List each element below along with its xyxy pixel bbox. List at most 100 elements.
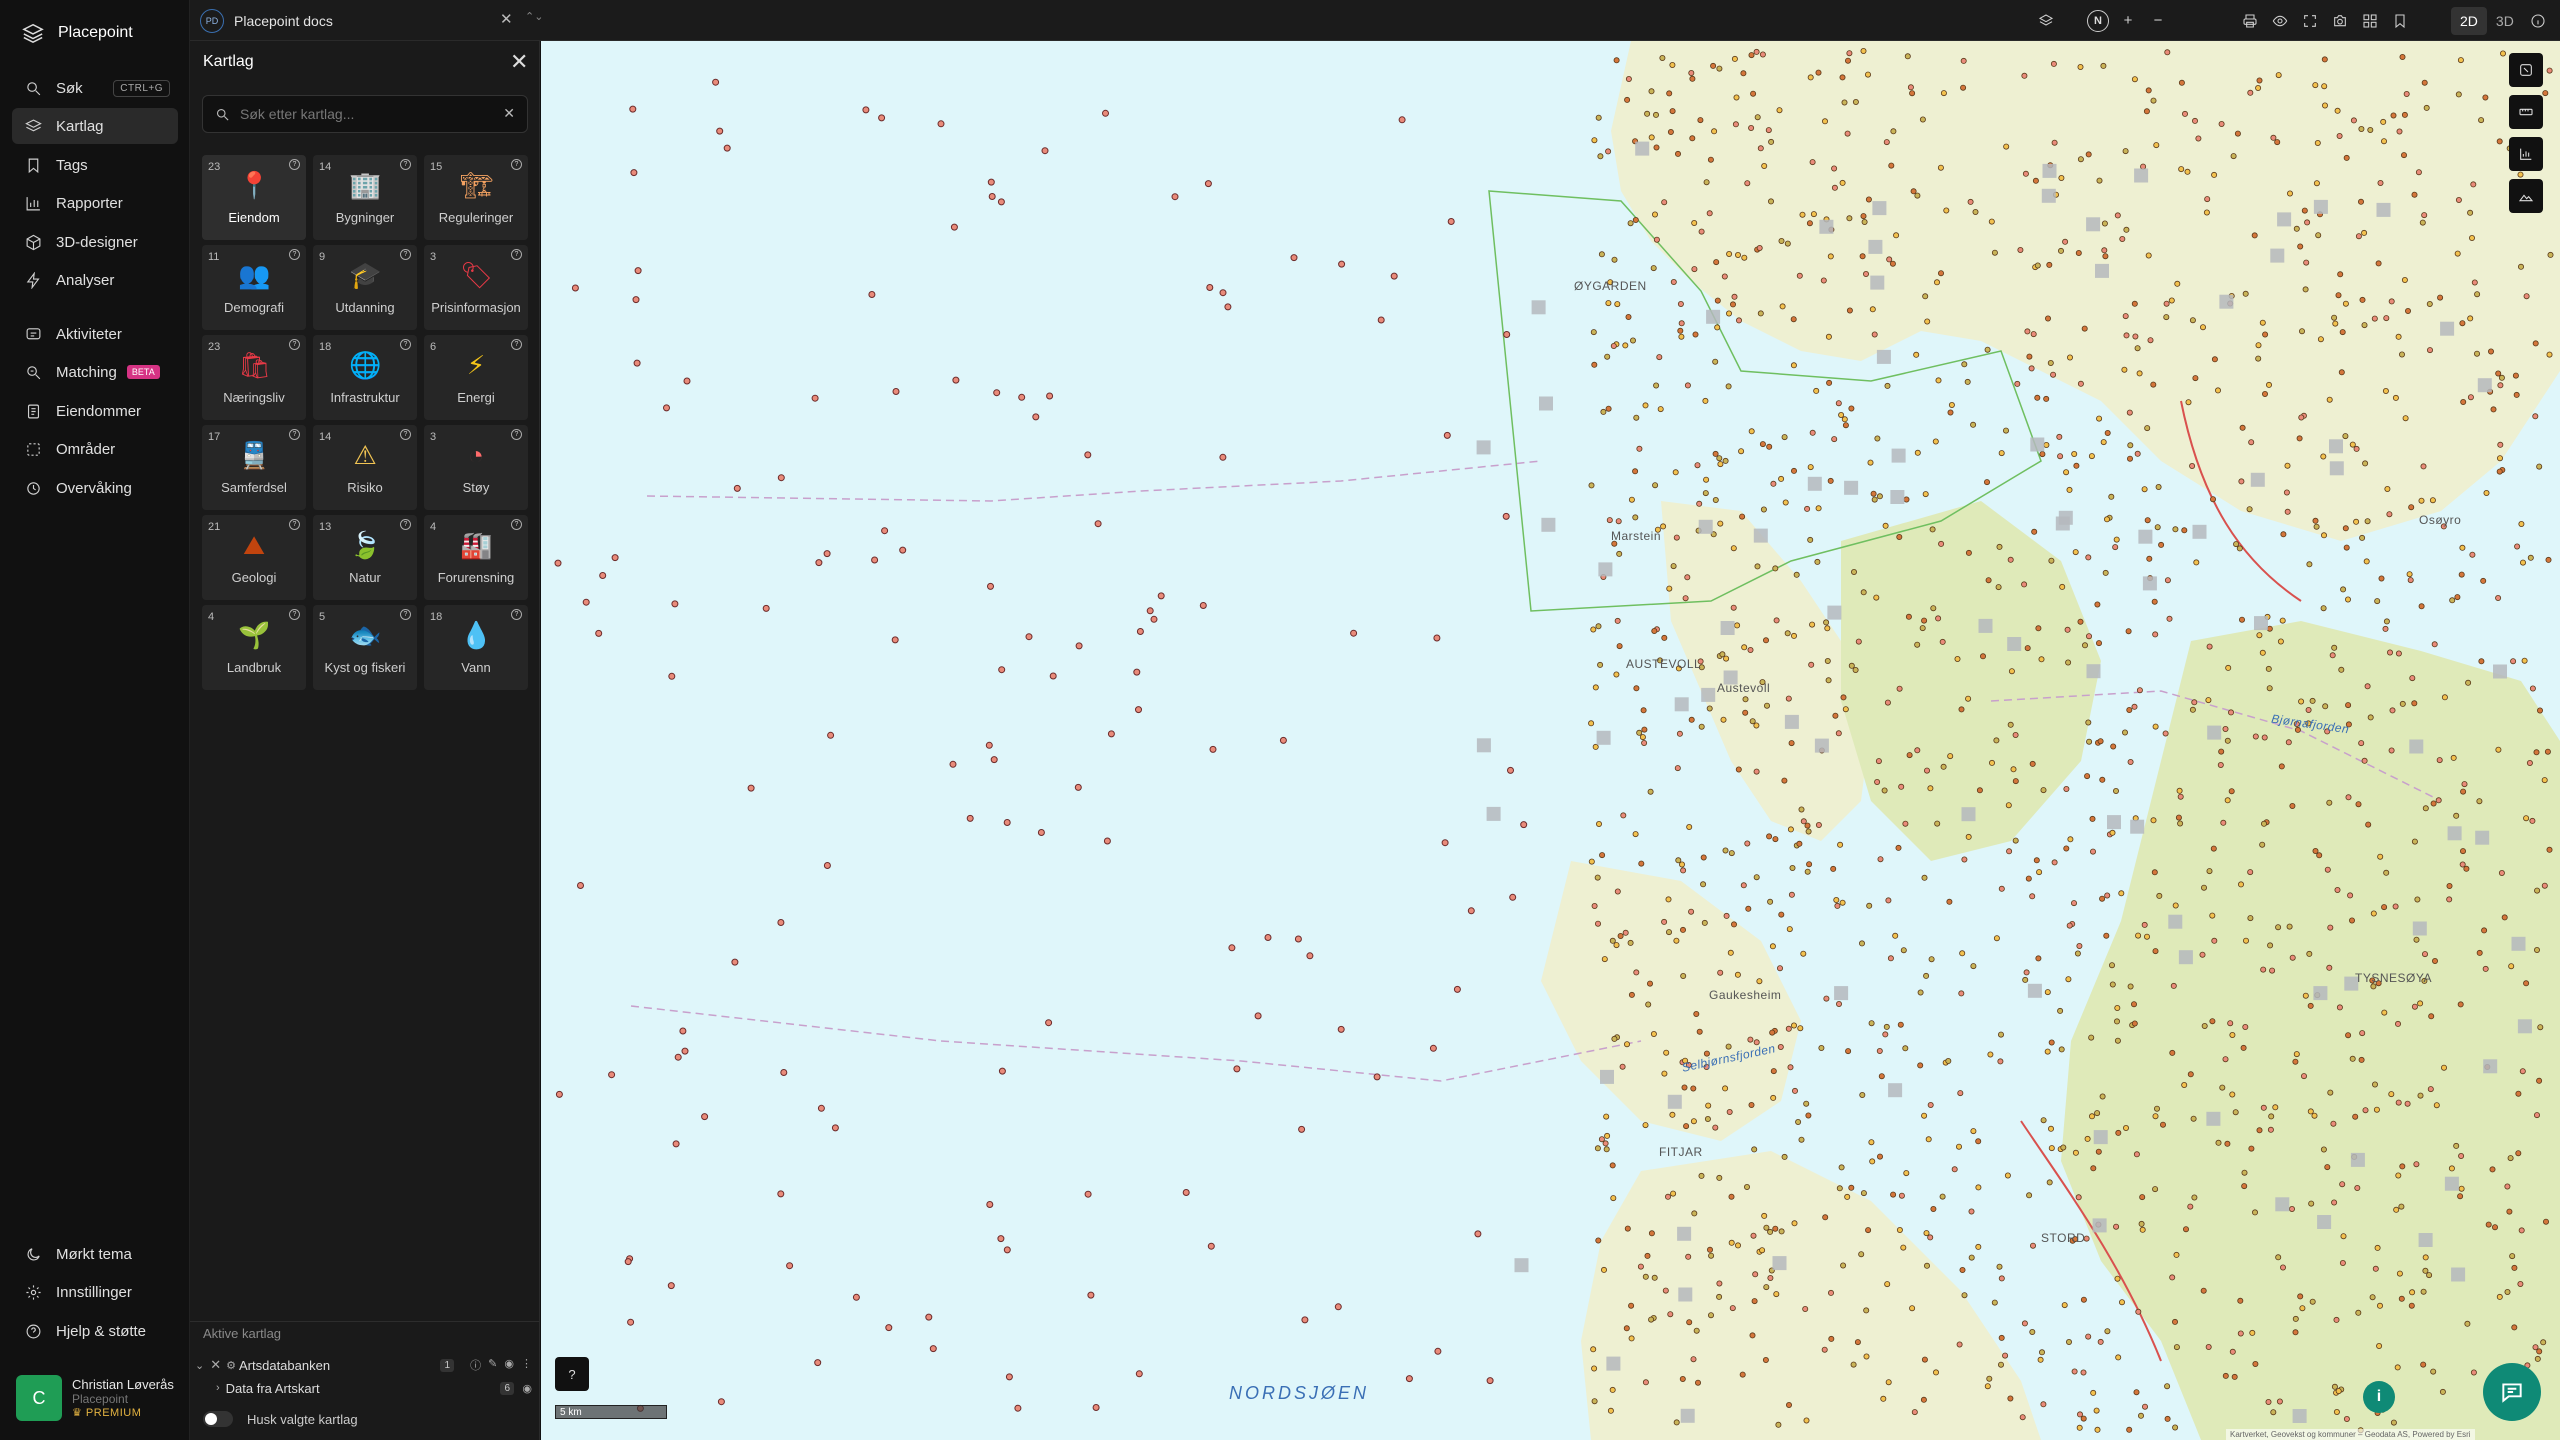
observation-point[interactable]	[1689, 75, 1696, 82]
observation-point[interactable]	[1615, 518, 1622, 525]
observation-point[interactable]	[2178, 166, 2185, 173]
observation-point[interactable]	[1702, 490, 1709, 497]
observation-point[interactable]	[1429, 1044, 1437, 1052]
observation-point[interactable]	[1865, 71, 1872, 78]
observation-point[interactable]	[2510, 658, 2517, 665]
observation-point[interactable]	[1624, 1225, 1631, 1232]
category-info-icon[interactable]: ?	[289, 429, 300, 440]
observation-point[interactable]	[1686, 824, 1693, 831]
observation-point[interactable]	[1748, 52, 1755, 59]
observation-point[interactable]	[1805, 828, 1812, 835]
observation-point[interactable]	[2164, 577, 2171, 584]
observation-point[interactable]	[1903, 1170, 1910, 1177]
observation-point[interactable]	[2342, 525, 2349, 532]
observation-cluster[interactable]	[1514, 1258, 1529, 1273]
observation-point[interactable]	[2265, 665, 2272, 672]
observation-point[interactable]	[2309, 697, 2316, 704]
observation-cluster[interactable]	[2270, 248, 2285, 263]
observation-point[interactable]	[2114, 1037, 2121, 1044]
observation-point[interactable]	[1759, 441, 1766, 448]
observation-point[interactable]	[1679, 1376, 1686, 1383]
observation-point[interactable]	[2414, 896, 2421, 903]
observation-point[interactable]	[2285, 739, 2292, 746]
observation-point[interactable]	[1632, 831, 1639, 838]
observation-point[interactable]	[1591, 361, 1598, 368]
observation-point[interactable]	[1805, 1112, 1812, 1119]
observation-point[interactable]	[2347, 892, 2354, 899]
observation-point[interactable]	[2441, 1064, 2448, 1071]
observation-point[interactable]	[2255, 355, 2262, 362]
observation-point[interactable]	[2495, 746, 2502, 753]
observation-point[interactable]	[1744, 1184, 1751, 1191]
observation-point[interactable]	[2168, 297, 2175, 304]
observation-point[interactable]	[1675, 150, 1682, 157]
observation-point[interactable]	[1591, 903, 1598, 910]
observation-point[interactable]	[1860, 213, 1867, 220]
observation-point[interactable]	[1614, 301, 1621, 308]
info-button[interactable]	[2523, 6, 2553, 36]
observation-point[interactable]	[1745, 905, 1752, 912]
observation-point[interactable]	[1925, 1136, 1932, 1143]
observation-point[interactable]	[1136, 628, 1144, 635]
observation-point[interactable]	[1003, 1246, 1011, 1254]
chat-button[interactable]	[2483, 1363, 2541, 1421]
observation-point[interactable]	[2260, 966, 2267, 973]
observation-point[interactable]	[1107, 730, 1115, 738]
observation-point[interactable]	[2362, 460, 2369, 467]
observation-point[interactable]	[2122, 729, 2129, 736]
observation-point[interactable]	[2067, 836, 2074, 843]
observation-point[interactable]	[2058, 247, 2065, 254]
observation-point[interactable]	[2411, 191, 2418, 198]
observation-point[interactable]	[1998, 1334, 2005, 1341]
observation-point[interactable]	[1996, 1263, 2003, 1270]
observation-point[interactable]	[2155, 483, 2162, 490]
observation-point[interactable]	[1882, 1031, 1889, 1038]
observation-point[interactable]	[1960, 57, 1967, 64]
observation-point[interactable]	[1917, 1062, 1924, 1069]
observation-point[interactable]	[1786, 926, 1793, 933]
observation-point[interactable]	[2377, 179, 2384, 186]
observation-point[interactable]	[1839, 74, 1846, 81]
observation-point[interactable]	[1616, 550, 1623, 557]
observation-point[interactable]	[1938, 270, 1945, 277]
observation-point[interactable]	[1094, 520, 1102, 528]
layer-search-input[interactable]	[240, 106, 490, 122]
observation-point[interactable]	[1748, 125, 1755, 132]
observation-point[interactable]	[1766, 833, 1773, 840]
observation-point[interactable]	[1509, 893, 1517, 901]
observation-point[interactable]	[2355, 1309, 2362, 1316]
observation-point[interactable]	[2446, 896, 2453, 903]
observation-point[interactable]	[2233, 541, 2240, 548]
observation-cluster[interactable]	[2254, 616, 2268, 631]
observation-point[interactable]	[2082, 642, 2089, 649]
observation-cluster[interactable]	[1827, 605, 1842, 620]
observation-point[interactable]	[2021, 581, 2028, 588]
observation-point[interactable]	[1597, 661, 1604, 668]
observation-point[interactable]	[2409, 1289, 2416, 1296]
observation-point[interactable]	[1793, 571, 1800, 578]
observation-point[interactable]	[1822, 118, 1829, 125]
observation-point[interactable]	[1301, 1316, 1309, 1324]
observation-cluster[interactable]	[1667, 1094, 1682, 1109]
observation-point[interactable]	[1930, 605, 1937, 612]
observation-point[interactable]	[1921, 874, 1928, 881]
observation-point[interactable]	[2029, 1329, 2036, 1336]
observation-point[interactable]	[2173, 1251, 2180, 1258]
observation-point[interactable]	[891, 636, 899, 644]
observation-point[interactable]	[2265, 1399, 2272, 1406]
observation-point[interactable]	[1885, 1379, 1892, 1386]
observation-point[interactable]	[1887, 955, 1894, 962]
observation-point[interactable]	[2178, 79, 2185, 86]
observation-point[interactable]	[2094, 1110, 2101, 1117]
observation-point[interactable]	[1704, 1116, 1711, 1123]
observation-point[interactable]	[1757, 145, 1764, 152]
observation-point[interactable]	[1943, 207, 1950, 214]
observation-point[interactable]	[1650, 1031, 1657, 1038]
observation-point[interactable]	[2114, 1018, 2121, 1025]
observation-point[interactable]	[1717, 461, 1724, 468]
observation-point[interactable]	[2115, 1129, 2122, 1136]
observation-point[interactable]	[1680, 867, 1687, 874]
observation-point[interactable]	[1762, 1357, 1769, 1364]
observation-point[interactable]	[1447, 218, 1455, 225]
observation-point[interactable]	[987, 582, 994, 590]
